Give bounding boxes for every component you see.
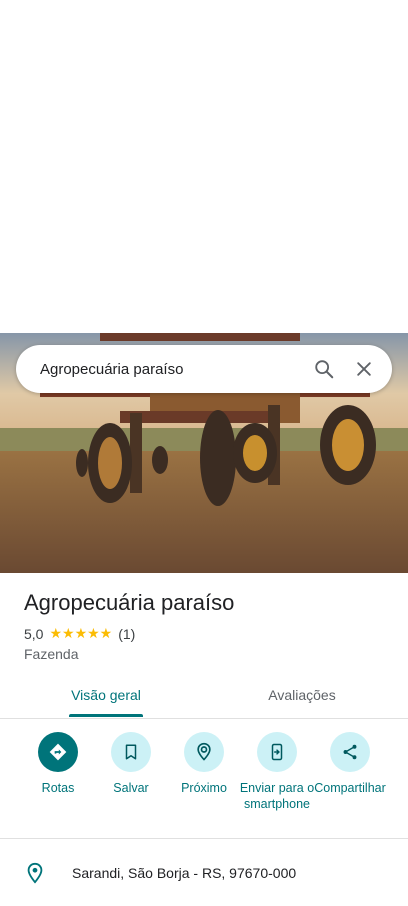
directions-circle (38, 732, 78, 772)
search-button[interactable] (304, 349, 344, 389)
nearby-circle (184, 732, 224, 772)
action-row: Rotas Salvar Próximo Enviar para o smart… (0, 730, 408, 830)
bookmark-icon (125, 744, 137, 760)
address-text: Sarandi, São Borja - RS, 97670-000 (72, 865, 297, 881)
rating-stars: ★★★★★ (49, 625, 113, 641)
tab-reviews[interactable]: Avaliações (246, 672, 358, 718)
clear-button[interactable] (344, 349, 384, 389)
tab-overview[interactable]: Visão geral (56, 672, 156, 718)
nearby-label: Próximo (181, 781, 227, 795)
share-button[interactable]: Compartilhar (309, 730, 391, 796)
location-pin-icon (27, 862, 43, 884)
address-row[interactable]: Sarandi, São Borja - RS, 97670-000 (24, 862, 394, 884)
review-count: (1) (118, 625, 136, 642)
send-to-phone-label: Enviar para o smartphone (239, 781, 315, 811)
directions-label: Rotas (41, 781, 75, 795)
place-category: Fazenda (24, 646, 79, 662)
search-query[interactable]: Agropecuária paraíso (40, 361, 304, 378)
nearby-button[interactable]: Próximo (163, 730, 245, 796)
share-circle (330, 732, 370, 772)
directions-button[interactable]: Rotas (17, 730, 99, 796)
save-label: Salvar (113, 781, 149, 795)
send-to-phone-circle (257, 732, 297, 772)
search-bar[interactable]: Agropecuária paraíso (16, 345, 392, 393)
rating-row[interactable]: 5,0 ★★★★★ (1) (24, 625, 135, 642)
directions-icon (49, 743, 67, 761)
active-tab-indicator (69, 714, 143, 717)
send-to-phone-button[interactable]: Enviar para o smartphone (236, 730, 318, 812)
rating-value: 5,0 (24, 625, 44, 642)
place-title: Agropecuária paraíso (24, 590, 235, 615)
map-area[interactable] (0, 0, 408, 333)
share-icon (343, 744, 357, 760)
save-button[interactable]: Salvar (90, 730, 172, 796)
share-label: Compartilhar (314, 781, 386, 795)
tab-bar: Visão geral Avaliações (0, 672, 408, 719)
send-to-phone-icon (271, 743, 283, 761)
section-divider (0, 838, 408, 839)
nearby-icon (197, 742, 211, 761)
search-icon (315, 360, 334, 379)
close-icon (357, 362, 371, 376)
save-circle (111, 732, 151, 772)
